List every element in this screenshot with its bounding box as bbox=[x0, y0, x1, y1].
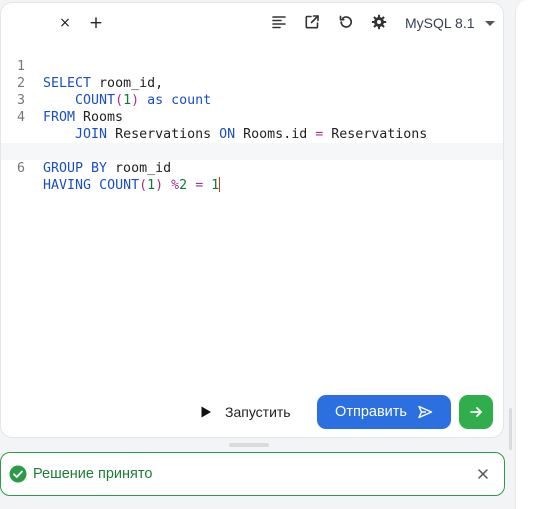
submit-button[interactable]: Отправить bbox=[317, 395, 451, 429]
play-icon bbox=[201, 406, 211, 418]
check-circle-icon bbox=[9, 465, 27, 483]
code-line: 1 SELECT room_id, bbox=[1, 41, 503, 91]
language-label: MySQL 8.1 bbox=[405, 15, 475, 31]
line-number: 6 bbox=[16, 161, 25, 176]
code-line: 5 GROUP BY room_id bbox=[1, 126, 503, 176]
send-icon bbox=[418, 405, 433, 419]
code-line: 4 JOIN Reservations ON Rooms.id = Reserv… bbox=[1, 92, 503, 142]
side-panel bbox=[515, 0, 533, 509]
toast-message: Решение принято bbox=[33, 466, 153, 482]
run-label: Запустить bbox=[225, 404, 291, 420]
code-line: 3 FROM Rooms bbox=[1, 75, 503, 125]
close-icon[interactable] bbox=[474, 465, 492, 483]
text-cursor bbox=[219, 177, 221, 192]
external-link-icon[interactable] bbox=[302, 12, 322, 32]
line-code: HAVING COUNT(1) %2 = 1 bbox=[43, 177, 221, 193]
chevron-down-icon bbox=[484, 20, 495, 26]
success-toast: Решение принято bbox=[0, 452, 505, 496]
gear-icon[interactable] bbox=[369, 12, 389, 32]
language-select[interactable]: MySQL 8.1 bbox=[405, 13, 495, 33]
resize-handle[interactable] bbox=[229, 443, 269, 447]
close-tab-icon[interactable]: × bbox=[55, 13, 75, 33]
editor-card: × + MySQL 8.1 1 SELECT room_id, 2 COUNT(… bbox=[0, 2, 504, 438]
editor-toolbar: × + MySQL 8.1 bbox=[1, 3, 503, 41]
next-button[interactable] bbox=[459, 395, 493, 429]
code-line: 2 COUNT(1) as count bbox=[1, 58, 503, 108]
code-line-active: 6 HAVING COUNT(1) %2 = 1 bbox=[1, 143, 503, 193]
undo-icon[interactable] bbox=[336, 12, 356, 32]
root: × + MySQL 8.1 1 SELECT room_id, 2 COUNT(… bbox=[0, 0, 533, 509]
add-tab-icon[interactable]: + bbox=[86, 13, 106, 33]
format-icon[interactable] bbox=[269, 12, 289, 32]
code-editor[interactable]: 1 SELECT room_id, 2 COUNT(1) as count 3 … bbox=[1, 41, 503, 193]
code-line-wrap: .room_id bbox=[1, 109, 503, 159]
run-button[interactable]: Запустить bbox=[191, 396, 299, 428]
submit-label: Отправить bbox=[335, 404, 407, 420]
arrow-right-icon bbox=[470, 407, 482, 417]
scrollbar[interactable] bbox=[509, 408, 512, 450]
